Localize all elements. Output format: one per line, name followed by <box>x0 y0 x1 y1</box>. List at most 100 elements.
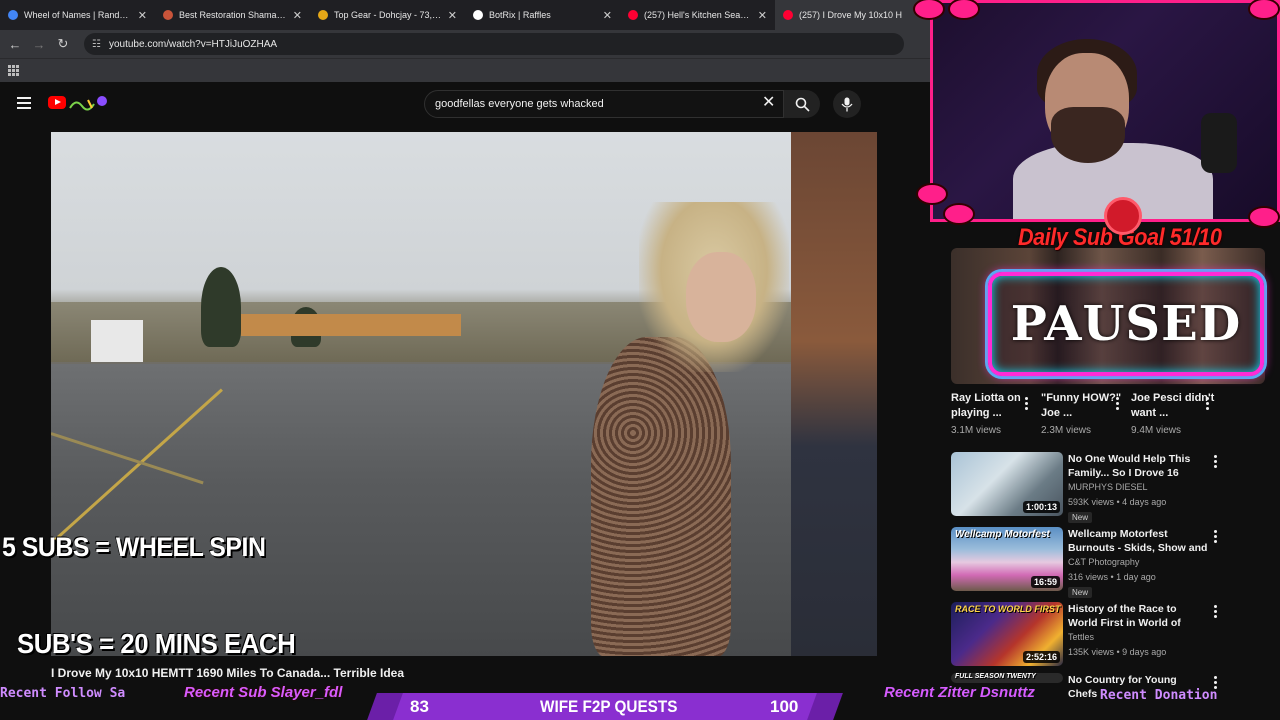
tab-title: Best Restoration Shaman Talents <box>179 10 287 20</box>
video-scene-tree <box>201 267 241 347</box>
browser-tab[interactable]: Wheel of Names | Random name ✕ <box>0 0 155 30</box>
address-bar[interactable]: ☷ youtube.com/watch?v=HTJiJuOZHAA <box>84 33 904 55</box>
tab-favicon-icon <box>163 10 173 20</box>
video-title: I Drove My 10x10 HEMTT 1690 Miles To Can… <box>51 666 405 680</box>
thumbnail-label: Wellcamp Motorfest <box>955 529 1050 540</box>
recommendation-channel: Tettles <box>1068 632 1095 642</box>
cloud-ornament-icon <box>950 0 978 18</box>
webcam-emblem-icon <box>1104 197 1142 235</box>
more-options-icon[interactable] <box>1213 455 1217 468</box>
tab-title: (257) I Drove My 10x10 H <box>799 10 903 20</box>
browser-tab[interactable]: (257) Hell's Kitchen Season 18 ✕ <box>620 0 775 30</box>
video-duration: 16:59 <box>1030 576 1060 588</box>
video-duration: 2:52:16 <box>1022 651 1060 663</box>
hamburger-menu-icon[interactable] <box>17 97 31 109</box>
recommendation-title: No One Would Help This Family... So I Dr… <box>1068 453 1191 479</box>
more-options-icon[interactable] <box>1115 397 1119 410</box>
cloud-ornament-icon <box>945 205 973 223</box>
more-options-icon[interactable] <box>1213 530 1217 543</box>
video-scene-child <box>591 337 731 656</box>
video-scene-child-face <box>686 252 756 342</box>
tab-title: (257) Hell's Kitchen Season 18 <box>644 10 752 20</box>
tab-favicon-icon <box>473 10 483 20</box>
tab-close-icon[interactable]: ✕ <box>448 9 457 22</box>
browser-tab[interactable]: Top Gear - Dohcjay - 73,000 D ✕ <box>310 0 465 30</box>
arrow-right-icon[interactable]: → <box>32 37 46 52</box>
recommendation-item[interactable]: 1:00:13 No One Would Help This Family...… <box>951 452 1231 523</box>
site-info-icon[interactable]: ☷ <box>92 39 101 50</box>
cloud-ornament-icon <box>1250 208 1278 226</box>
more-options-icon[interactable] <box>1024 397 1028 410</box>
browser-tab[interactable]: Best Restoration Shaman Talents ✕ <box>155 0 310 30</box>
arrow-left-icon[interactable]: ← <box>8 37 22 52</box>
video-thumbnail[interactable]: RACE TO WORLD FIRST 2:52:16 <box>951 602 1063 666</box>
video-scene-adult <box>791 132 877 656</box>
paused-text: PAUSED <box>1010 296 1242 352</box>
ticker-recent-follow: Recent Follow Sa <box>0 686 126 701</box>
cloud-ornament-icon <box>1250 0 1278 18</box>
ticker-quest-label: WIFE F2P QUESTS <box>540 697 678 716</box>
screen: Wheel of Names | Random name ✕ Best Rest… <box>0 0 1280 720</box>
close-icon[interactable]: ✕ <box>762 94 775 112</box>
more-options-icon[interactable] <box>1213 605 1217 618</box>
ticker-progress-target: 100 <box>770 697 799 716</box>
short-views: 9.4M views <box>1131 425 1182 436</box>
video-scene-parking-lot <box>51 364 877 656</box>
apps-grid-icon[interactable] <box>8 65 19 76</box>
tab-favicon-icon <box>8 10 18 20</box>
tab-title: Top Gear - Dohcjay - 73,000 D <box>334 10 442 20</box>
tab-close-icon[interactable]: ✕ <box>603 9 612 22</box>
recommendation-item[interactable]: Wellcamp Motorfest 16:59 Wellcamp Motorf… <box>951 527 1231 598</box>
cloud-ornament-icon <box>915 0 943 18</box>
tab-favicon-icon <box>783 10 793 20</box>
tab-close-icon[interactable]: ✕ <box>138 9 147 22</box>
recommendation-title: History of the Race to World First in Wo… <box>1068 603 1181 629</box>
search-input[interactable]: goodfellas everyone gets whacked <box>424 90 784 118</box>
short-views: 2.3M views <box>1041 425 1092 436</box>
overlay-wheel-spin-text: 5 SUBS = WHEEL SPIN <box>2 532 266 562</box>
recommendation-title: Wellcamp Motorfest Burnouts - Skids, Sho… <box>1068 528 1208 554</box>
tab-close-icon[interactable]: ✕ <box>758 9 767 22</box>
recommendation-meta: 316 views • 1 day ago <box>1068 572 1156 582</box>
ticker-recent-donation: Recent Donation <box>1100 688 1218 703</box>
reload-icon[interactable]: ↻ <box>56 36 70 52</box>
browser-tab[interactable]: BotRix | Raffles ✕ <box>465 0 620 30</box>
url-text: youtube.com/watch?v=HTJiJuOZHAA <box>108 38 278 50</box>
tab-close-icon[interactable]: ✕ <box>293 9 302 22</box>
youtube-header: goodfellas everyone gets whacked ✕ <box>0 82 930 126</box>
video-thumbnail[interactable]: 1:00:13 <box>951 452 1063 516</box>
youtube-doodle-icon[interactable] <box>68 94 108 112</box>
new-badge: New <box>1068 512 1093 523</box>
new-badge: New <box>1068 587 1093 598</box>
short-views: 3.1M views <box>951 425 1002 436</box>
video-thumbnail[interactable]: Wellcamp Motorfest 16:59 <box>951 527 1063 591</box>
more-options-icon[interactable] <box>1205 397 1209 410</box>
video-player[interactable] <box>51 132 877 656</box>
webcam-microphone <box>1201 113 1237 173</box>
microphone-icon <box>841 97 853 111</box>
overlay-subs-text: SUB'S = 20 MINS EACH <box>17 628 296 659</box>
recommendation-item[interactable]: RACE TO WORLD FIRST 2:52:16 History of t… <box>951 602 1231 672</box>
recommendation-channel: C&T Photography <box>1068 557 1140 567</box>
tab-title: Wheel of Names | Random name <box>24 10 132 20</box>
video-thumbnail[interactable]: FULL SEASON TWENTY <box>951 673 1063 683</box>
thumbnail-label: FULL SEASON TWENTY <box>955 673 1036 680</box>
search-input-value: goodfellas everyone gets whacked <box>435 98 604 110</box>
search-button[interactable] <box>784 90 820 118</box>
streamer-webcam <box>930 0 1280 222</box>
ticker-progress-current: 83 <box>410 697 429 716</box>
recommendation-meta: 593K views • 4 days ago <box>1068 497 1167 507</box>
youtube-logo[interactable] <box>48 96 66 109</box>
recommendation-meta: 135K views • 9 days ago <box>1068 647 1167 657</box>
browser-tab-active[interactable]: (257) I Drove My 10x10 H <box>775 0 930 30</box>
voice-search-button[interactable] <box>833 90 861 118</box>
browser-tab-strip: Wheel of Names | Random name ✕ Best Rest… <box>0 0 930 30</box>
video-duration: 1:00:13 <box>1022 501 1060 513</box>
browser-toolbar: ← → ↻ ☷ youtube.com/watch?v=HTJiJuOZHAA <box>0 30 930 58</box>
cloud-ornament-icon <box>918 185 946 203</box>
stream-ticker: Recent Follow Sa Recent Sub Slayer_fdl 8… <box>0 683 1280 720</box>
ticker-recent-zitter: Recent Zitter Dsnuttz <box>884 684 1035 701</box>
tab-favicon-icon <box>628 10 638 20</box>
ticker-recent-sub: Recent Sub Slayer_fdl <box>184 684 343 701</box>
recommendation-item[interactable]: FULL SEASON TWENTY No Country for Young … <box>951 673 1231 700</box>
